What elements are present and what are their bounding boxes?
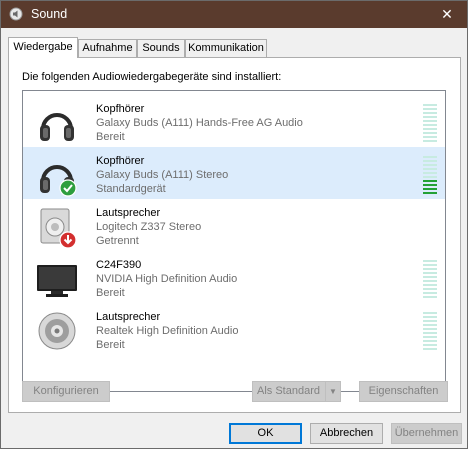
cancel-button[interactable]: Abbrechen (310, 423, 383, 444)
device-description: Logitech Z337 Stereo (96, 221, 202, 233)
device-row[interactable]: C24F390 NVIDIA High Definition Audio Ber… (23, 251, 445, 303)
meter-segment (423, 160, 437, 162)
volume-meter (423, 102, 437, 142)
sound-dialog: Sound ✕ Wiedergabe Aufnahme Sounds Kommu… (0, 0, 468, 449)
meter-segment (423, 168, 437, 170)
device-list[interactable]: Kopfhörer Galaxy Buds (A111) Hands-Free … (22, 90, 446, 392)
meter-segment (423, 296, 437, 298)
meter-segment (423, 272, 437, 274)
meter-segment (423, 348, 437, 350)
meter-segment (423, 260, 437, 262)
tab-kommunikation[interactable]: Kommunikation (185, 39, 267, 57)
headphones-icon (40, 113, 74, 141)
meter-segment (423, 344, 437, 346)
device-row[interactable]: Lautsprecher Logitech Z337 Stereo Getren… (23, 199, 445, 251)
device-name: Lautsprecher (96, 207, 161, 219)
meter-segment (423, 112, 437, 114)
meter-segment (423, 116, 437, 118)
meter-segment (423, 280, 437, 282)
meter-segment (423, 108, 437, 110)
volume-meter (423, 154, 437, 194)
meter-segment (423, 136, 437, 138)
meter-segment (423, 140, 437, 142)
meter-segment (423, 180, 437, 182)
meter-segment (423, 156, 437, 158)
device-name: Kopfhörer (96, 155, 145, 167)
device-name: Kopfhörer (96, 103, 145, 115)
properties-button[interactable]: Eigenschaften (359, 381, 448, 402)
volume-meter (423, 310, 437, 350)
title-bar[interactable]: Sound ✕ (1, 1, 467, 28)
meter-segment (423, 104, 437, 106)
meter-segment (423, 336, 437, 338)
device-status: Bereit (96, 287, 125, 299)
device-status: Bereit (96, 131, 125, 143)
meter-segment (423, 284, 437, 286)
device-row[interactable]: Lautsprecher Realtek High Definition Aud… (23, 303, 445, 355)
device-row[interactable]: Kopfhörer Galaxy Buds (A111) Hands-Free … (23, 95, 445, 147)
volume-meter (423, 258, 437, 298)
device-description: Realtek High Definition Audio (96, 325, 239, 337)
default-check-icon (59, 179, 77, 197)
meter-segment (423, 316, 437, 318)
device-description: NVIDIA High Definition Audio (96, 273, 238, 285)
speaker-app-icon (9, 7, 23, 21)
configure-button[interactable]: Konfigurieren (22, 381, 110, 402)
meter-segment (423, 124, 437, 126)
meter-segment (423, 164, 437, 166)
device-name: C24F390 (96, 259, 142, 271)
device-status: Standardgerät (96, 183, 166, 195)
meter-segment (423, 132, 437, 134)
meter-segment (423, 264, 437, 266)
apply-button[interactable]: Übernehmen (391, 423, 462, 444)
set-default-button[interactable]: Als Standard ▼ (252, 381, 341, 402)
meter-segment (423, 120, 437, 122)
meter-segment (423, 320, 437, 322)
headphones-icon (40, 165, 77, 197)
meter-segment (423, 276, 437, 278)
meter-segment (423, 184, 437, 186)
set-default-label: Als Standard (257, 385, 320, 397)
speaker-icon (38, 312, 76, 350)
tab-aufnahme[interactable]: Aufnahme (78, 39, 137, 57)
meter-segment (423, 172, 437, 174)
meter-segment (423, 340, 437, 342)
tab-wiedergabe[interactable]: Wiedergabe (8, 37, 78, 58)
meter-segment (423, 312, 437, 314)
playback-panel: Die folgenden Audiowiedergabegeräte sind… (8, 57, 461, 413)
meter-segment (423, 268, 437, 270)
meter-segment (423, 128, 437, 130)
tab-sounds[interactable]: Sounds (137, 39, 185, 57)
close-button[interactable]: ✕ (427, 1, 467, 28)
device-row[interactable]: Kopfhörer Galaxy Buds (A111) Stereo Stan… (23, 147, 445, 199)
disconnected-arrow-icon (59, 231, 77, 249)
meter-segment (423, 192, 437, 194)
monitor-icon (37, 265, 77, 297)
speaker-box-icon (40, 208, 77, 249)
meter-segment (423, 328, 437, 330)
meter-segment (423, 292, 437, 294)
meter-segment (423, 188, 437, 190)
device-name: Lautsprecher (96, 311, 161, 323)
chevron-down-icon[interactable]: ▼ (325, 382, 340, 401)
meter-segment (423, 324, 437, 326)
ok-button[interactable]: OK (229, 423, 302, 444)
device-status: Getrennt (96, 235, 139, 247)
meter-segment (423, 176, 437, 178)
window-title: Sound (31, 7, 68, 21)
device-status: Bereit (96, 339, 125, 351)
device-description: Galaxy Buds (A111) Stereo (96, 169, 229, 181)
panel-intro-text: Die folgenden Audiowiedergabegeräte sind… (22, 71, 282, 83)
meter-segment (423, 288, 437, 290)
device-description: Galaxy Buds (A111) Hands-Free AG Audio (96, 117, 303, 129)
meter-segment (423, 332, 437, 334)
